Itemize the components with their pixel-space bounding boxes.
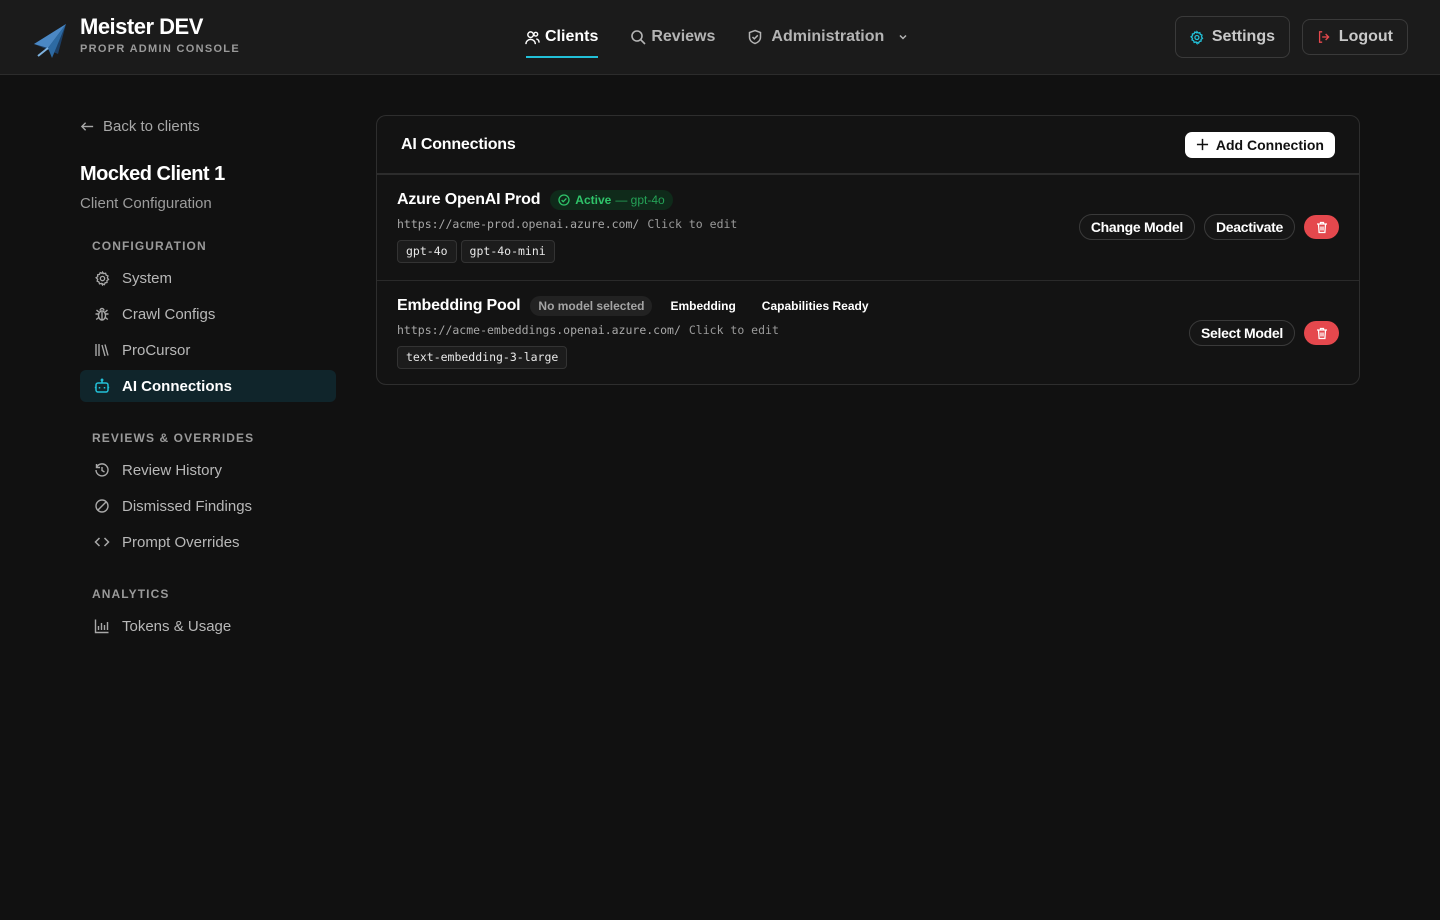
sidebar-item-crawl-configs[interactable]: Crawl Configs bbox=[80, 298, 336, 330]
settings-button[interactable]: Settings bbox=[1175, 16, 1290, 58]
click-to-edit-hint: Click to edit bbox=[688, 323, 779, 337]
sidebar-item-label: System bbox=[122, 269, 173, 287]
logout-button[interactable]: Logout bbox=[1302, 19, 1408, 55]
model-chip: gpt-4o bbox=[397, 240, 457, 263]
sidebar-item-label: Tokens & Usage bbox=[122, 617, 232, 635]
arrow-left-icon bbox=[80, 121, 94, 131]
gear-icon bbox=[94, 270, 110, 286]
paper-plane-logo-icon bbox=[34, 24, 66, 58]
client-subtitle: Client Configuration bbox=[80, 195, 212, 212]
sidebar-item-label: ProCursor bbox=[122, 341, 191, 359]
card-title: AI Connections bbox=[401, 135, 516, 153]
row-actions: Change Model Deactivate bbox=[1078, 214, 1339, 240]
users-icon bbox=[525, 30, 540, 44]
model-chips: text-embedding-3-large bbox=[397, 346, 1339, 369]
library-icon bbox=[94, 342, 110, 358]
sidebar-item-review-history[interactable]: Review History bbox=[80, 454, 336, 486]
section-reviews-overrides: REVIEWS & OVERRIDES bbox=[92, 431, 255, 445]
nav-administration[interactable]: Administration bbox=[747, 22, 913, 52]
endpoint-url: https://acme-prod.openai.azure.com/ bbox=[397, 217, 640, 231]
ban-icon bbox=[94, 498, 110, 514]
click-to-edit-hint: Click to edit bbox=[647, 217, 738, 231]
code-icon bbox=[94, 534, 110, 550]
model-chip: text-embedding-3-large bbox=[397, 346, 568, 369]
sidebar: Back to clients Mocked Client 1 Client C… bbox=[80, 110, 336, 642]
chart-icon bbox=[94, 618, 110, 634]
nav-reviews[interactable]: Reviews bbox=[630, 22, 715, 52]
section-configuration: CONFIGURATION bbox=[92, 239, 207, 253]
gear-icon bbox=[1190, 29, 1204, 45]
nav-reviews-label: Reviews bbox=[651, 28, 716, 45]
add-connection-label: Add Connection bbox=[1215, 136, 1324, 153]
sidebar-item-prompt-overrides[interactable]: Prompt Overrides bbox=[80, 526, 336, 558]
top-bar: Meister DEV PROPR ADMIN CONSOLE Clients … bbox=[0, 0, 1440, 75]
connection-row: Azure OpenAI Prod Active — gpt-4o https:… bbox=[377, 175, 1359, 280]
bot-icon bbox=[94, 378, 110, 394]
nav-clients[interactable]: Clients bbox=[525, 22, 599, 58]
row-actions: Select Model bbox=[1189, 320, 1339, 346]
card-header: AI Connections Add Connection bbox=[377, 116, 1359, 175]
history-icon bbox=[94, 462, 110, 478]
capabilities-badge: Capabilities Ready bbox=[761, 299, 869, 313]
app-title: Meister DEV bbox=[80, 14, 203, 39]
app-subtitle: PROPR ADMIN CONSOLE bbox=[80, 43, 240, 55]
delete-button[interactable] bbox=[1304, 321, 1339, 345]
back-to-clients-label: Back to clients bbox=[103, 117, 200, 135]
nav-administration-label: Administration bbox=[771, 28, 885, 45]
brand[interactable]: Meister DEV PROPR ADMIN CONSOLE bbox=[32, 14, 240, 62]
status-badge: Active — gpt-4o bbox=[550, 190, 673, 210]
delete-button[interactable] bbox=[1304, 215, 1339, 239]
no-model-badge: No model selected bbox=[530, 296, 653, 316]
check-circle-icon bbox=[558, 194, 570, 206]
status-label: Active bbox=[575, 193, 612, 207]
sidebar-item-dismissed-findings[interactable]: Dismissed Findings bbox=[80, 490, 336, 522]
sidebar-item-system[interactable]: System bbox=[80, 262, 336, 294]
search-icon bbox=[631, 30, 646, 45]
back-to-clients-link[interactable]: Back to clients bbox=[80, 110, 336, 142]
status-model: — gpt-4o bbox=[615, 193, 665, 207]
nav-clients-label: Clients bbox=[545, 28, 599, 45]
change-model-button[interactable]: Change Model bbox=[1078, 214, 1195, 240]
sidebar-item-label: Dismissed Findings bbox=[122, 497, 253, 515]
sidebar-item-label: Review History bbox=[122, 461, 223, 479]
shield-check-icon bbox=[749, 29, 762, 45]
connection-row: Embedding Pool No model selected Embeddi… bbox=[377, 280, 1359, 385]
add-connection-button[interactable]: Add Connection bbox=[1184, 131, 1335, 158]
embedding-badge: Embedding bbox=[670, 299, 736, 313]
connection-name: Embedding Pool bbox=[397, 297, 521, 314]
logout-icon bbox=[1318, 31, 1330, 43]
sidebar-item-label: Prompt Overrides bbox=[122, 533, 240, 551]
sidebar-item-procursor[interactable]: ProCursor bbox=[80, 334, 336, 366]
plus-icon bbox=[1196, 138, 1208, 151]
ai-connections-card: AI Connections Add Connection Azure Open… bbox=[376, 115, 1360, 385]
select-model-button[interactable]: Select Model bbox=[1189, 320, 1295, 346]
sidebar-item-tokens-usage[interactable]: Tokens & Usage bbox=[80, 610, 336, 642]
endpoint-url: https://acme-embeddings.openai.azure.com… bbox=[397, 323, 681, 337]
main-nav: Clients Reviews Administration bbox=[525, 0, 945, 75]
connection-name: Azure OpenAI Prod bbox=[397, 191, 541, 208]
deactivate-button[interactable]: Deactivate bbox=[1203, 214, 1295, 240]
logout-label: Logout bbox=[1338, 28, 1393, 45]
chevron-down-icon bbox=[899, 34, 907, 40]
section-analytics: ANALYTICS bbox=[92, 587, 170, 601]
trash-icon bbox=[1316, 327, 1327, 339]
model-chips: gpt-4o gpt-4o-mini bbox=[397, 240, 1339, 263]
client-name: Mocked Client 1 bbox=[80, 163, 225, 185]
bug-icon bbox=[94, 306, 110, 322]
settings-label: Settings bbox=[1211, 28, 1275, 45]
sidebar-item-ai-connections[interactable]: AI Connections bbox=[80, 370, 336, 402]
model-chip: gpt-4o-mini bbox=[460, 240, 555, 263]
trash-icon bbox=[1316, 221, 1327, 233]
sidebar-item-label: Crawl Configs bbox=[122, 305, 216, 323]
sidebar-item-label: AI Connections bbox=[122, 377, 233, 395]
